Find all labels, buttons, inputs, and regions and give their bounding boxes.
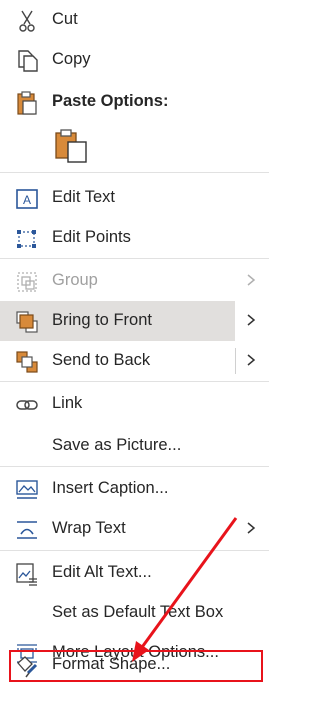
- chevron-right-icon[interactable]: [244, 313, 258, 327]
- insert-caption-menu-item[interactable]: Insert Caption...: [0, 469, 269, 509]
- send-to-back-label: Send to Back: [52, 351, 151, 369]
- bring-to-front-label: Bring to Front: [52, 311, 152, 329]
- separator: [0, 466, 269, 467]
- link-label: Link: [52, 394, 83, 412]
- paste-options-label: Paste Options:: [52, 92, 169, 110]
- paste-options-header: Paste Options:: [0, 82, 269, 122]
- bring-to-front-icon: [14, 309, 40, 335]
- send-to-back-menu-item[interactable]: Send to Back: [0, 341, 269, 381]
- annotation-highlight-box: [9, 650, 263, 682]
- paste-icon: [55, 129, 87, 163]
- copy-menu-item[interactable]: Copy: [0, 40, 269, 80]
- separator: [0, 381, 269, 382]
- set-default-text-box-label: Set as Default Text Box: [52, 603, 224, 621]
- edit-alt-text-label: Edit Alt Text...: [52, 563, 152, 581]
- wrap-text-menu-item[interactable]: Wrap Text: [0, 509, 269, 549]
- chevron-right-icon: [244, 273, 258, 287]
- send-to-back-icon: [14, 349, 40, 375]
- copy-label: Copy: [52, 50, 91, 68]
- paste-keep-formatting-button[interactable]: [52, 126, 92, 166]
- chevron-right-icon[interactable]: [244, 353, 258, 367]
- wrap-text-label: Wrap Text: [52, 519, 126, 537]
- insert-caption-icon: [14, 477, 40, 503]
- separator: [0, 550, 269, 551]
- cut-menu-item[interactable]: Cut: [0, 0, 269, 40]
- save-as-picture-label: Save as Picture...: [52, 436, 182, 454]
- text-box-icon: A: [14, 186, 40, 212]
- separator: [0, 172, 269, 173]
- context-menu: Cut Copy Paste Options: A Edit Text Edit…: [0, 0, 269, 714]
- link-icon: [14, 392, 40, 418]
- cut-label: Cut: [52, 10, 78, 28]
- set-default-text-box-menu-item[interactable]: Set as Default Text Box: [0, 593, 269, 633]
- edit-text-label: Edit Text: [52, 188, 115, 206]
- scissors-icon: [14, 8, 40, 34]
- group-menu-item[interactable]: Group: [0, 261, 269, 301]
- chevron-right-icon: [244, 521, 258, 535]
- bring-to-front-menu-item[interactable]: Bring to Front: [0, 301, 235, 341]
- edit-alt-text-menu-item[interactable]: Edit Alt Text...: [0, 553, 269, 593]
- alt-text-icon: [14, 561, 40, 587]
- edit-points-label: Edit Points: [52, 228, 131, 246]
- wrap-text-icon: [14, 517, 40, 543]
- group-icon: [14, 269, 40, 295]
- split-divider: [235, 348, 236, 374]
- edit-text-menu-item[interactable]: A Edit Text: [0, 178, 269, 218]
- clipboard-icon: [14, 90, 40, 116]
- link-menu-item[interactable]: Link: [0, 384, 269, 424]
- svg-text:A: A: [23, 193, 31, 207]
- insert-caption-label: Insert Caption...: [52, 479, 169, 497]
- edit-points-menu-item[interactable]: Edit Points: [0, 218, 269, 258]
- copy-icon: [14, 48, 40, 74]
- group-label: Group: [52, 271, 98, 289]
- separator: [0, 258, 269, 259]
- save-as-picture-menu-item[interactable]: Save as Picture...: [0, 426, 269, 466]
- edit-points-icon: [14, 226, 40, 252]
